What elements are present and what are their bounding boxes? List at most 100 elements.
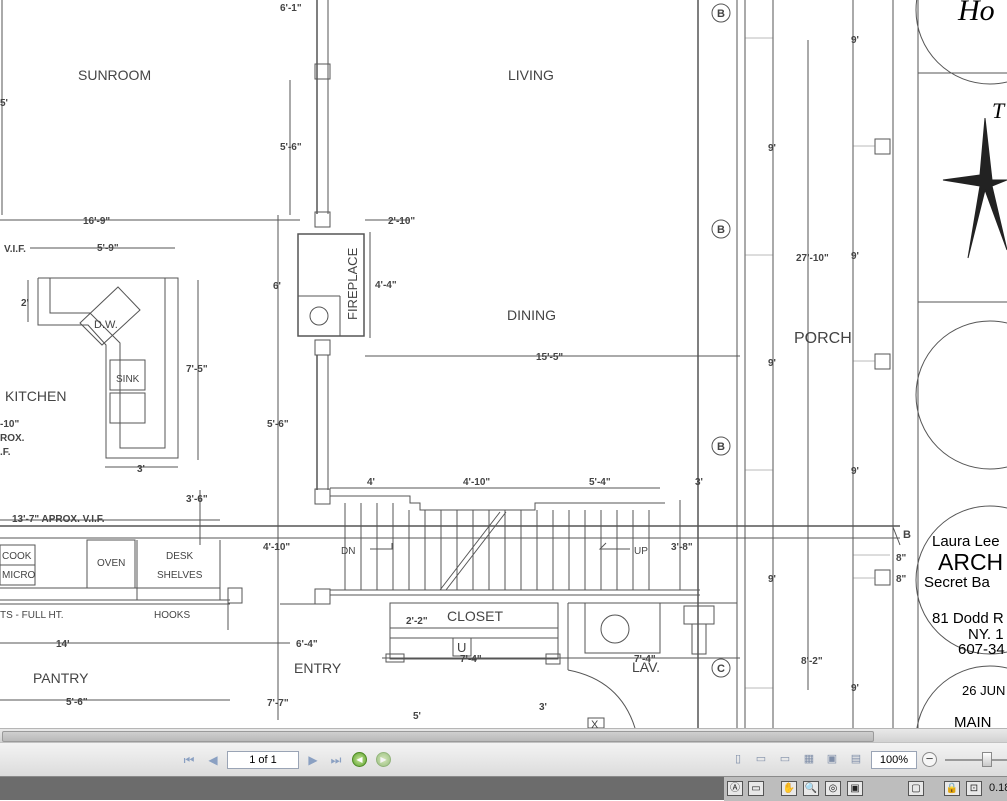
title-sheet: MAIN [954,714,992,728]
fixture-hooks: HOOKS [154,610,190,621]
zoom-slider-track[interactable] [945,759,1007,761]
facing-pages-icon[interactable]: ▭ [778,752,792,767]
horizontal-scrollbar[interactable] [0,728,1007,742]
dim-label: 8" [896,553,907,564]
dim-label: 27'-10" [796,253,829,264]
dim-label: 4'-4" [375,280,397,291]
note-kitchen-1: -10" [0,419,19,430]
dim-label: 5'-6" [280,142,302,153]
dim-label: 2'-10" [388,216,415,227]
zoom-tool-icon[interactable]: 🔍 [803,781,819,796]
stair-down-label: DN [341,546,355,557]
fixture-cook: COOK [2,551,32,562]
page-layout-icon[interactable]: ▢ [908,781,924,796]
note-kitchen-3: .F. [0,447,11,458]
dim-label: 8" [896,574,907,585]
fixture-dw: D.W. [94,319,118,331]
dim-label: 14' [56,639,70,650]
note-kitchen-2: ROX. [0,433,25,444]
fit-page-icon[interactable]: ▤ [849,752,863,767]
dim-label: 2'-2" [406,616,428,627]
title-date: 26 JUN [962,683,1005,698]
snapshot-icon[interactable]: ▭ [748,781,764,796]
scrollbar-thumb[interactable] [2,731,874,742]
zoom-out-button[interactable]: − [922,752,937,767]
cover-page-icon[interactable]: ▣ [825,752,839,767]
dim-label: 9' [851,35,859,46]
title-phone: 607-34 [958,641,1005,658]
pan-zoom-icon[interactable]: ▣ [847,781,863,796]
fixture-micro: MICRO [2,570,36,581]
title-address-1: 81 Dodd R [932,610,1004,627]
zoom-input[interactable] [871,751,917,769]
dim-label: 3'-8" [671,542,693,553]
dim-label: 15'-5" [536,352,563,363]
dim-label: 5'-6" [66,697,88,708]
text-select-icon[interactable]: Ⓐ [727,781,743,796]
single-page-icon[interactable]: ▯ [731,752,745,767]
pan-tool-icon[interactable]: ✋ [781,781,797,796]
room-porch: PORCH [794,330,852,347]
title-sub: Secret Ba [924,574,991,591]
drawing-canvas[interactable]: SUNROOM LIVING DINING KITCHEN PORCH PANT… [0,0,1007,728]
previous-page-icon[interactable]: ◀ [205,752,221,768]
status-tool-area [724,777,1007,801]
lock-icon[interactable]: 🔒 [944,781,960,796]
page-number-input[interactable] [227,751,299,769]
navigation-toolbar: ⏮ ◀ ▶ ⏭ ◀ ▶ ▯ ▭ ▭ ▦ ▣ ▤ − [0,742,1007,776]
loupe-tool-icon[interactable]: ◎ [825,781,841,796]
scale-readout: 0.18 [989,782,1007,794]
dim-label: 9' [768,143,776,154]
dim-label: 7'-4" [634,654,656,665]
dim-label: 4' [367,477,375,488]
fixture-fireplace: FIREPLACE [345,247,360,320]
section-marker: B [717,441,725,453]
room-dining: DINING [507,307,556,323]
fixture-full-ht: TS - FULL HT. [0,610,64,621]
first-page-icon[interactable]: ⏮ [181,752,197,768]
back-view-icon[interactable]: ◀ [352,752,367,767]
continuous-facing-icon[interactable]: ▦ [802,752,816,767]
room-pantry: PANTRY [33,670,89,686]
stair-up-label: UP [634,546,648,557]
room-kitchen: KITCHEN [5,388,66,404]
note-pantry-wall: 13'-7" APROX. V.I.F. [12,514,105,525]
dim-label: 8'-2" [801,656,823,667]
room-sunroom: SUNROOM [78,67,151,83]
dim-label: 5' [413,711,421,722]
zoom-slider-thumb[interactable] [982,752,992,767]
dim-label: 3' [137,464,145,475]
dim-label: 7'-7" [267,698,289,709]
section-marker: B [717,224,725,236]
dim-label: 9' [851,251,859,262]
dim-label: 4'-10" [263,542,290,553]
title-logo: Ho [957,0,995,27]
section-marker: B [717,8,725,20]
dim-label: 9' [768,574,776,585]
fixture-desk: DESK [166,551,194,562]
dim-label: 3'-6" [186,494,208,505]
dim-label: 5'-6" [267,419,289,430]
dim-label: 5'-4" [589,477,611,488]
next-page-icon[interactable]: ▶ [305,752,321,768]
room-closet: CLOSET [447,608,503,624]
floor-plan: SUNROOM LIVING DINING KITCHEN PORCH PANT… [0,0,1007,728]
room-entry: ENTRY [294,660,342,676]
status-bar: Ⓐ ▭ ✋ 🔍 ◎ ▣ ▢ 🔒 ⊡ 0.18 [0,776,1007,801]
dim-label: 5'-9" [97,243,119,254]
dim-label: 2' [21,298,29,309]
dim-label: 4'-10" [463,477,490,488]
continuous-page-icon[interactable]: ▭ [754,752,768,767]
dim-label: 3' [539,702,547,713]
title-name: Laura Lee [932,533,1000,550]
forward-view-icon[interactable]: ▶ [376,752,391,767]
title-firm: ARCH [938,549,1003,575]
compass-letter: T [992,98,1006,123]
section-cut-b: B [903,529,911,541]
measure-icon[interactable]: ⊡ [966,781,982,796]
last-page-icon[interactable]: ⏭ [328,752,344,768]
dim-label: 9' [768,358,776,369]
fixture-x: X [591,719,599,728]
dim-label: 6' [273,281,281,292]
section-marker: C [717,663,725,675]
